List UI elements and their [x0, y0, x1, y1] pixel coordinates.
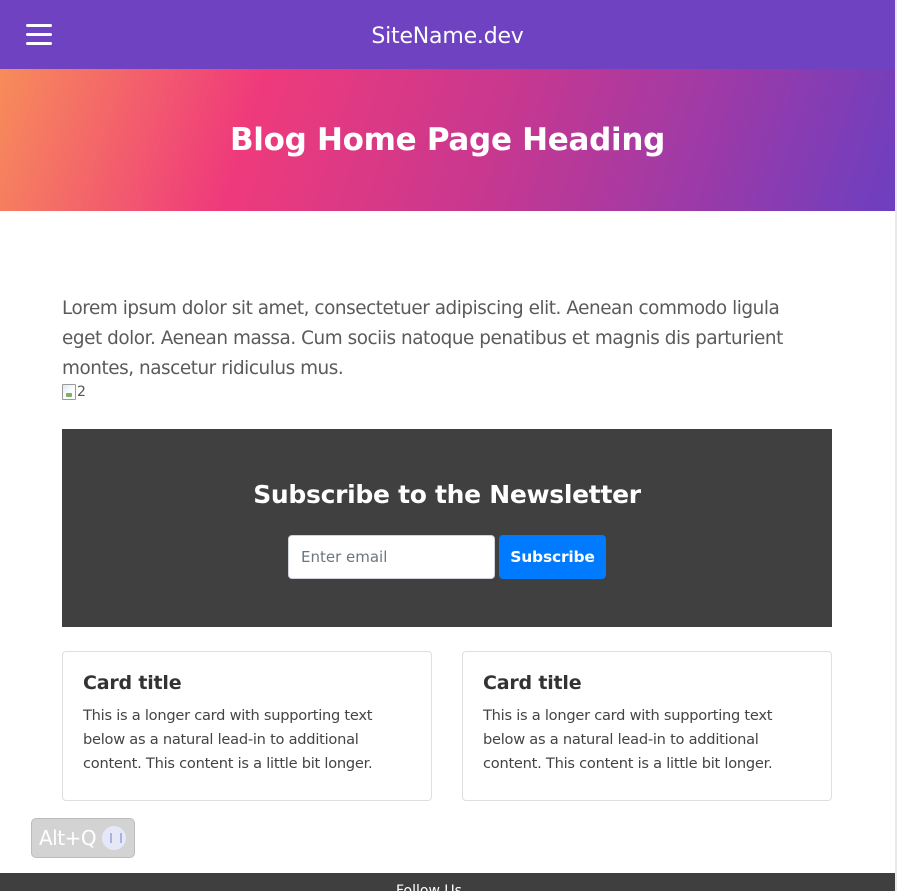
card-text: This is a longer card with supporting te…: [483, 707, 773, 772]
email-input[interactable]: [288, 535, 495, 579]
card-text: This is a longer card with supporting te…: [83, 707, 373, 772]
site-brand-link[interactable]: SiteName.dev: [371, 24, 523, 49]
newsletter-heading: Subscribe to the Newsletter: [253, 480, 641, 509]
hamburger-menu-icon[interactable]: [26, 24, 53, 46]
broken-image: 2: [62, 382, 86, 402]
footer: Follow Us: [0, 873, 895, 891]
card-title: Card title: [483, 672, 582, 694]
page: SiteName.dev Blog Home Page Heading Lore…: [0, 0, 897, 891]
card: Card title This is a longer card with su…: [462, 651, 832, 801]
navbar: SiteName.dev: [0, 0, 895, 69]
alt-q-assistant-button[interactable]: Alt+Q: [31, 818, 135, 858]
footer-follow-text: Follow Us: [396, 883, 462, 891]
broken-image-icon: [62, 384, 76, 400]
card: Card title This is a longer card with su…: [62, 651, 432, 801]
card-title: Card title: [83, 672, 182, 694]
intro-paragraph: Lorem ipsum dolor sit amet, consectetuer…: [62, 298, 783, 380]
voice-assistant-icon: [102, 826, 127, 850]
page-heading: Blog Home Page Heading: [229, 122, 666, 158]
hero-banner: Blog Home Page Heading: [0, 69, 895, 211]
newsletter-section: Subscribe to the Newsletter Subscribe: [62, 429, 832, 627]
image-alt-text: 2: [77, 384, 86, 400]
alt-q-label: Alt+Q: [39, 826, 97, 850]
subscribe-button[interactable]: Subscribe: [499, 535, 606, 579]
